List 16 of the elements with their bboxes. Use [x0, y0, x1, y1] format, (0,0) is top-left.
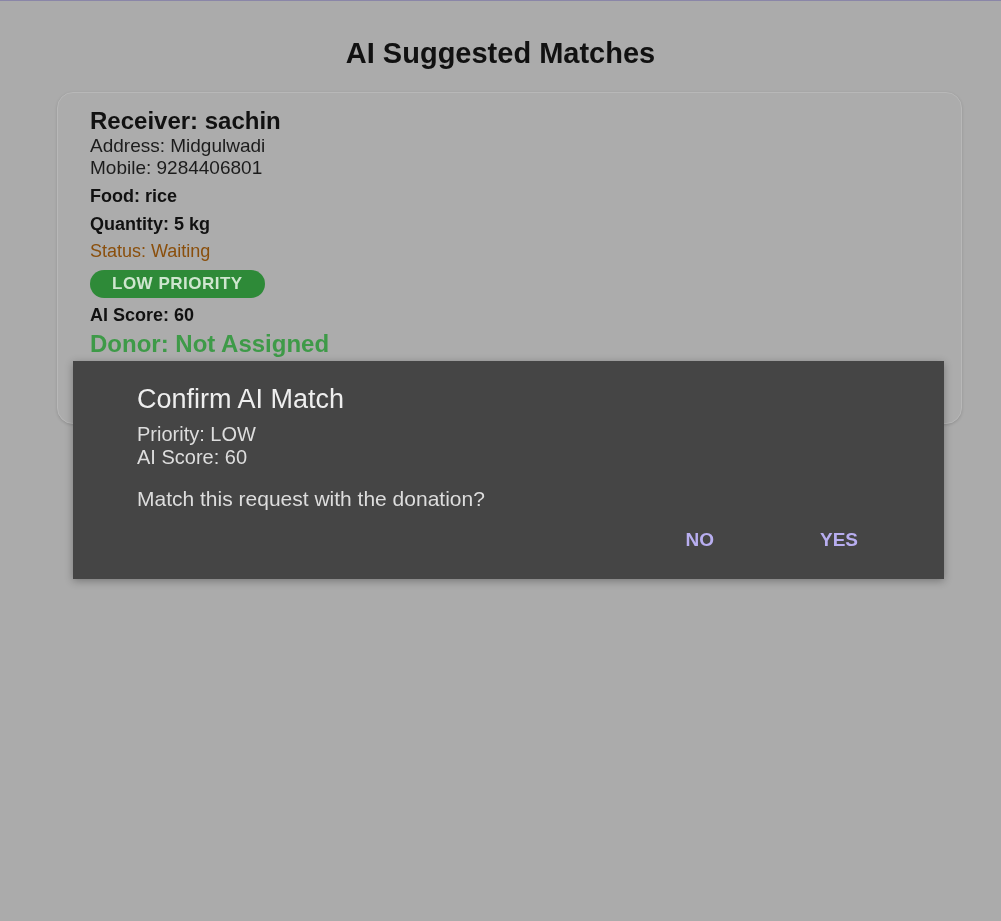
- donor-text: Donor: Not Assigned: [90, 330, 330, 358]
- receiver-name: Receiver: sachin: [90, 107, 281, 135]
- priority-badge: LOW PRIORITY: [90, 270, 265, 298]
- ai-score-text: AI Score: 60: [137, 446, 248, 469]
- address-text: Address: Midgulwadi: [90, 135, 266, 157]
- confirm-button[interactable]: YES: [811, 525, 866, 555]
- screen-title: AI Suggested Matches: [345, 37, 656, 70]
- dialog-title: Confirm AI Match: [137, 383, 345, 415]
- priority-text: Priority: LOW: [137, 423, 256, 446]
- food-text: Food: rice: [90, 185, 177, 207]
- mobile-text: Mobile: 9284406801: [90, 157, 263, 179]
- dialog-message: Match this request with the donation?: [137, 487, 485, 511]
- quantity-text: Quantity: 5 kg: [90, 213, 210, 235]
- cancel-button[interactable]: NO: [677, 525, 722, 555]
- ai-score-text: AI Score: 60: [90, 304, 195, 326]
- status-text: Status: Waiting: [90, 240, 211, 262]
